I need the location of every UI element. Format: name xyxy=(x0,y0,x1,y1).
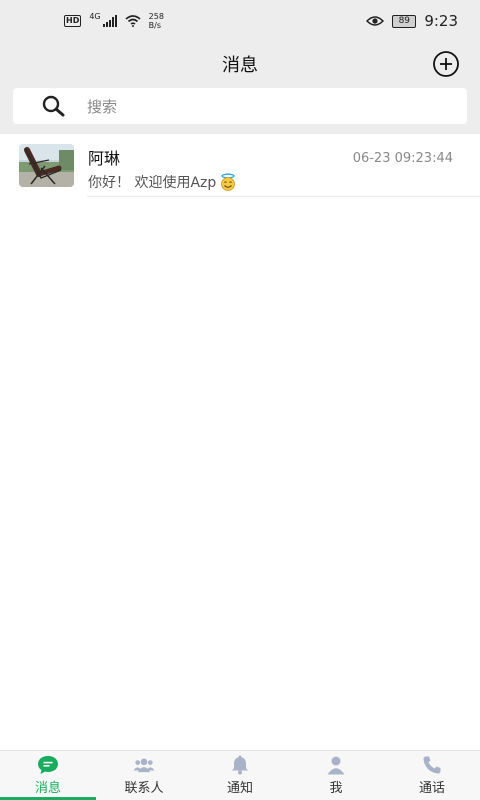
eye-icon xyxy=(366,16,385,26)
tab-me[interactable]: 我 xyxy=(288,751,384,800)
app-header: 消息 xyxy=(0,42,480,86)
battery-indicator: 89 xyxy=(392,14,417,28)
network-speed: 258 B/s xyxy=(149,12,164,30)
page-title: 消息 xyxy=(222,55,258,76)
tab-calls-label: 通话 xyxy=(418,781,445,796)
smiling-face-with-halo-icon xyxy=(221,173,236,191)
plus-circle-icon xyxy=(433,51,459,77)
avatar xyxy=(19,144,74,187)
conversation-preview-text: 你好！ 欢迎使用Azp xyxy=(88,175,217,191)
tab-calls[interactable]: 通话 xyxy=(384,751,480,800)
conversation-preview: 你好！ 欢迎使用Azp xyxy=(88,172,480,192)
network-speed-value: 258 xyxy=(148,12,164,21)
tab-messages[interactable]: 消息 xyxy=(0,751,96,800)
bottom-tab-bar: 消息 联系人 通知 我 通话 xyxy=(0,750,480,800)
status-time: 9:23 xyxy=(424,12,458,30)
phone-icon xyxy=(421,755,443,775)
conversation-list: 阿琳 你好！ 欢迎使用Azp 06-23 09:23:44 xyxy=(0,134,480,197)
tab-notifications[interactable]: 通知 xyxy=(192,751,288,800)
chat-bubble-icon xyxy=(37,755,59,775)
add-button[interactable] xyxy=(432,50,460,78)
tab-me-label: 我 xyxy=(329,781,343,796)
conversation-item[interactable]: 阿琳 你好！ 欢迎使用Azp 06-23 09:23:44 xyxy=(0,134,480,197)
search-placeholder: 搜索 xyxy=(87,97,118,116)
divider xyxy=(87,196,480,197)
network-type: 4G xyxy=(89,11,101,21)
status-right: 89 9:23 xyxy=(366,12,458,30)
status-left: HD 4G 258 B/s xyxy=(64,12,164,30)
status-bar: HD 4G 258 B/s 89 9:23 xyxy=(0,0,480,42)
tab-notifications-label: 通知 xyxy=(226,781,253,796)
conversation-time: 06-23 09:23:44 xyxy=(352,151,453,166)
contacts-icon xyxy=(133,755,155,775)
search-icon xyxy=(42,95,65,117)
signal-icon xyxy=(102,15,117,27)
wifi-icon xyxy=(125,15,141,27)
tab-contacts[interactable]: 联系人 xyxy=(96,751,192,800)
hd-badge: HD xyxy=(64,15,82,27)
tab-contacts-label: 联系人 xyxy=(124,781,164,796)
reclining-chair-photo xyxy=(19,144,74,187)
search-area: 搜索 xyxy=(0,86,480,134)
bell-icon xyxy=(229,755,251,775)
network-speed-unit: B/s xyxy=(148,21,161,30)
tab-messages-label: 消息 xyxy=(34,781,61,796)
person-icon xyxy=(325,755,347,775)
search-input[interactable]: 搜索 xyxy=(13,88,467,124)
